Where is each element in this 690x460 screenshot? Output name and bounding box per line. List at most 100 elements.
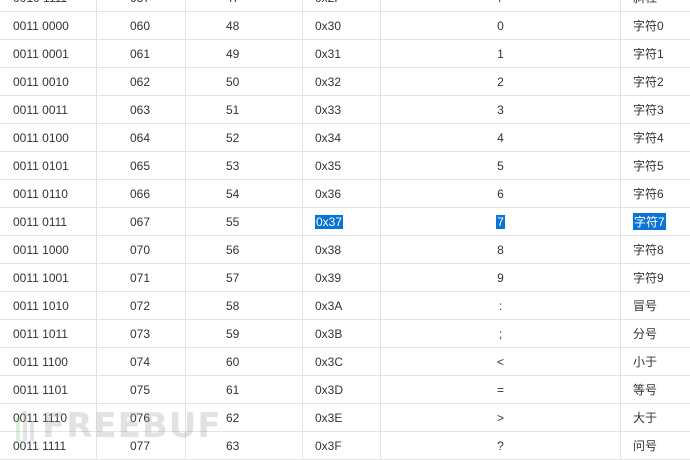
decimal-cell: 49 — [186, 40, 303, 67]
decimal-cell: 57 — [186, 264, 303, 291]
char-cell: : — [381, 292, 621, 319]
char-cell: 8 — [381, 236, 621, 263]
table-row: 0011 0001 061 49 0x31 1 字符1 — [0, 40, 690, 68]
octal-cell: 066 — [97, 180, 186, 207]
char-cell: > — [381, 404, 621, 431]
table-row: 0011 0110 066 54 0x36 6 字符6 — [0, 180, 690, 208]
char-cell: 5 — [381, 152, 621, 179]
char-cell: 7 — [381, 208, 621, 235]
binary-cell: 0011 1011 — [0, 320, 97, 347]
octal-cell: 063 — [97, 96, 186, 123]
decimal-cell: 53 — [186, 152, 303, 179]
hex-cell: 0x3E — [303, 404, 381, 431]
desc-cell: 字符5 — [633, 159, 664, 173]
octal-cell: 073 — [97, 320, 186, 347]
decimal-cell: 55 — [186, 208, 303, 235]
table-row: 0011 1100 074 60 0x3C < 小于 — [0, 348, 690, 376]
char-cell: 1 — [381, 40, 621, 67]
desc-cell: 大于 — [633, 411, 658, 425]
hex-cell: 0x38 — [303, 236, 381, 263]
binary-cell: 0011 1110 — [0, 404, 97, 431]
table-row: 0011 1010 072 58 0x3A : 冒号 — [0, 292, 690, 320]
hex-cell: 0x2F — [303, 0, 381, 11]
desc-cell: 斜杠 — [621, 0, 690, 11]
decimal-cell: 61 — [186, 376, 303, 403]
decimal-cell: 52 — [186, 124, 303, 151]
hex-cell: 0x33 — [303, 96, 381, 123]
hex-cell: 0x36 — [303, 180, 381, 207]
table-row: 0011 0000 060 48 0x30 0 字符0 — [0, 12, 690, 40]
decimal-cell: 51 — [186, 96, 303, 123]
binary-cell: 0011 0100 — [0, 124, 97, 151]
desc-cell: 字符3 — [633, 103, 664, 117]
hex-cell: 0x3A — [303, 292, 381, 319]
binary-cell: 0011 1001 — [0, 264, 97, 291]
octal-cell: 075 — [97, 376, 186, 403]
desc-cell: 小于 — [633, 355, 658, 369]
char-cell: < — [381, 348, 621, 375]
decimal-cell: 48 — [186, 12, 303, 39]
desc-cell: 字符7 — [621, 208, 690, 235]
hex-cell: 0x34 — [303, 124, 381, 151]
char-cell: 4 — [381, 124, 621, 151]
octal-cell: 065 — [97, 152, 186, 179]
decimal-cell: 47 — [186, 0, 303, 11]
selected-text[interactable]: 0x37 — [315, 214, 344, 229]
decimal-cell: 59 — [186, 320, 303, 347]
octal-cell: 076 — [97, 404, 186, 431]
table-row: 0011 0010 062 50 0x32 2 字符2 — [0, 68, 690, 96]
octal-cell: 057 — [97, 0, 186, 11]
decimal-cell: 60 — [186, 348, 303, 375]
binary-cell: 0011 0111 — [0, 208, 97, 235]
hex-cell: 0x37 — [303, 208, 381, 235]
octal-cell: 074 — [97, 348, 186, 375]
octal-cell: 060 — [97, 12, 186, 39]
binary-cell: 0011 0110 — [0, 180, 97, 207]
decimal-cell: 54 — [186, 180, 303, 207]
desc-cell: 字符9 — [633, 271, 664, 285]
binary-cell: 0011 1000 — [0, 236, 97, 263]
table-row: 0011 0100 064 52 0x34 4 字符4 — [0, 124, 690, 152]
table-row: 0011 1001 071 57 0x39 9 字符9 — [0, 264, 690, 292]
binary-cell: 0011 0001 — [0, 40, 97, 67]
decimal-cell: 50 — [186, 68, 303, 95]
hex-cell: 0x39 — [303, 264, 381, 291]
desc-cell: 字符0 — [633, 19, 664, 33]
char-cell: 3 — [381, 96, 621, 123]
binary-cell: 0011 0011 — [0, 96, 97, 123]
table-row: 0011 1111 077 63 0x3F ? 问号 — [0, 432, 690, 460]
desc-cell: 冒号 — [633, 299, 658, 313]
table-row: 0011 1000 070 56 0x38 8 字符8 — [0, 236, 690, 264]
binary-cell: 0011 1010 — [0, 292, 97, 319]
binary-cell: 0011 0101 — [0, 152, 97, 179]
octal-cell: 070 — [97, 236, 186, 263]
desc-cell: 字符1 — [633, 47, 664, 61]
table-row: 0011 1110 076 62 0x3E > 大于 — [0, 404, 690, 432]
desc-cell: 字符8 — [633, 243, 664, 257]
octal-cell: 061 — [97, 40, 186, 67]
char-cell: 9 — [381, 264, 621, 291]
table-row: 0011 1011 073 59 0x3B ; 分号 — [0, 320, 690, 348]
selected-text[interactable]: 字符7 — [633, 213, 666, 230]
hex-cell: 0x30 — [303, 12, 381, 39]
desc-cell: 字符2 — [633, 75, 664, 89]
desc-cell: 分号 — [633, 327, 658, 341]
octal-cell: 067 — [97, 208, 186, 235]
char-cell: 0 — [381, 12, 621, 39]
binary-cell: 0011 0010 — [0, 68, 97, 95]
char-cell: = — [381, 376, 621, 403]
char-cell: ; — [381, 320, 621, 347]
table-row: 0011 0011 063 51 0x33 3 字符3 — [0, 96, 690, 124]
decimal-cell: 62 — [186, 404, 303, 431]
desc-cell: 等号 — [633, 383, 658, 397]
octal-cell: 062 — [97, 68, 186, 95]
decimal-cell: 56 — [186, 236, 303, 263]
hex-cell: 0x32 — [303, 68, 381, 95]
hex-cell: 0x3B — [303, 320, 381, 347]
binary-cell: 0010 1111 — [0, 0, 97, 11]
binary-cell: 0011 1101 — [0, 376, 97, 403]
selected-text[interactable]: 7 — [496, 214, 505, 229]
hex-cell: 0x31 — [303, 40, 381, 67]
table-row: 0011 0101 065 53 0x35 5 字符5 — [0, 152, 690, 180]
char-cell: 6 — [381, 180, 621, 207]
